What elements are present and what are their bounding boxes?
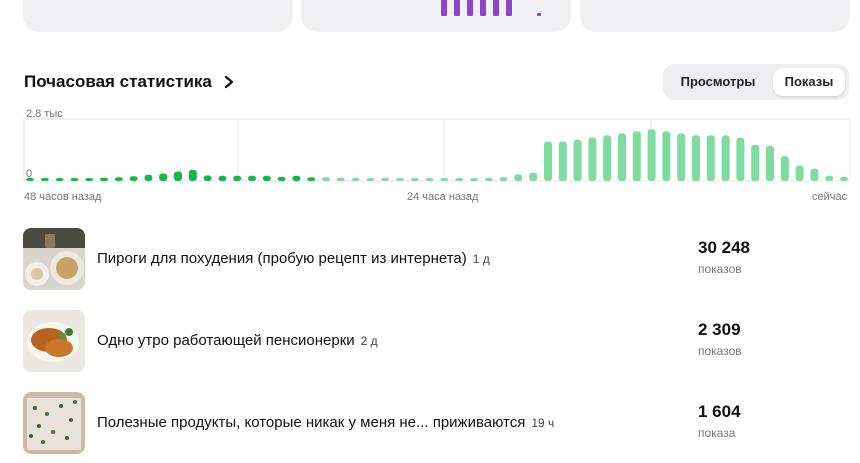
post-age: 19 ч [531,416,555,430]
post-title[interactable]: Полезные продукты, которые никак у меня … [97,414,554,431]
post-thumbnail [23,310,85,372]
mini-bar [467,0,473,16]
chart-bar[interactable] [144,174,153,181]
chart-bar[interactable] [70,178,79,181]
post-title-text: Полезные продукты, которые никак у меня … [97,414,526,431]
chart-bar[interactable] [736,137,745,182]
chart-bar[interactable] [292,175,301,181]
y-max-label: 2.8 тыс [26,108,63,120]
chart-bar[interactable] [499,177,508,181]
hourly-chart: 2.8 тыс 0 48 часов назад 24 часа назад с… [23,108,851,203]
post-count: 30 248 [698,238,750,257]
chart-bar[interactable] [307,177,316,181]
post-count: 2 309 [698,320,741,339]
mini-bar [537,13,541,16]
chart-bar[interactable] [159,173,168,182]
chart-bar[interactable] [40,178,49,181]
mini-bar [506,0,512,16]
chart-bar[interactable] [425,178,434,181]
chart-bar[interactable] [218,175,227,181]
mini-bar [441,0,447,16]
post-title[interactable]: Пироги для похудения (пробую рецепт из и… [97,250,490,267]
chart-bar[interactable] [440,178,449,181]
chart-bar[interactable] [322,177,330,181]
toggle-views[interactable]: Просмотры [667,68,769,96]
post-count: 1 604 [698,402,741,421]
chart-bar[interactable] [262,175,271,181]
chart-bar[interactable] [632,131,641,181]
chart-bars [26,129,848,182]
chart-bar[interactable] [588,137,597,182]
post-item[interactable]: Одно утро работающей пенсионерки 2 д 2 30… [23,310,849,372]
post-count-unit: показов [698,262,742,276]
chart-bar[interactable] [484,178,493,181]
chart-bar[interactable] [114,177,123,181]
chart-bar[interactable] [692,135,700,181]
mini-bar [480,0,486,16]
summary-card-2[interactable] [301,0,571,32]
hourly-stats-title[interactable]: Почасовая статистика [24,72,236,92]
chart-bar[interactable] [410,178,419,181]
chart-bar[interactable] [129,176,138,181]
chart-bar[interactable] [396,178,404,181]
chart-bar[interactable] [351,178,360,181]
metric-toggle: Просмотры Показы [663,64,849,100]
chart-bar[interactable] [233,175,242,181]
chart-bar[interactable] [248,175,256,181]
chart-bar[interactable] [647,129,656,181]
x-label-start: 48 часов назад [24,191,102,203]
chart-bar[interactable] [618,133,626,181]
chart-bar[interactable] [366,178,375,181]
section-title-text: Почасовая статистика [24,72,212,91]
chart-bar[interactable] [677,133,686,181]
chevron-right-icon [224,75,233,89]
post-title-text: Пироги для похудения (пробую рецепт из и… [97,250,467,267]
toggle-shows[interactable]: Показы [773,68,845,96]
post-age: 1 д [472,252,490,266]
chart-bar[interactable] [100,177,108,181]
chart-bar[interactable] [470,178,478,181]
post-item[interactable]: Пироги для похудения (пробую рецепт из и… [23,228,849,290]
chart-bar[interactable] [573,139,582,181]
post-thumbnail [23,392,85,454]
chart-bar[interactable] [514,174,523,181]
chart-bar[interactable] [336,177,345,181]
chart-bar[interactable] [455,178,464,181]
chart-bar[interactable] [810,168,819,181]
chart-bar[interactable] [795,165,804,182]
chart-bar[interactable] [558,141,567,181]
x-label-middle: 24 часа назад [407,191,479,203]
chart-bar[interactable] [662,131,671,181]
chart-bar[interactable] [188,169,197,181]
chart-bar[interactable] [55,178,64,181]
summary-card-3[interactable] [580,0,850,32]
post-title-text: Одно утро работающей пенсионерки [97,332,355,349]
chart-bar[interactable] [203,175,212,181]
chart-bar[interactable] [174,171,182,182]
x-label-end: сейчас [812,191,848,203]
post-title[interactable]: Одно утро работающей пенсионерки 2 д [97,332,378,349]
post-thumbnail [23,228,85,290]
post-age: 2 д [360,334,378,348]
post-count-unit: показа [698,426,736,440]
chart-bar[interactable] [840,176,848,181]
chart-bar[interactable] [751,144,760,182]
mini-bar [454,0,460,16]
chart-bar[interactable] [277,176,286,181]
chart-bar[interactable] [706,135,715,181]
chart-bar[interactable] [780,156,789,181]
chart-bar[interactable] [529,172,538,181]
chart-bar[interactable] [26,178,34,181]
chart-bar[interactable] [603,135,612,181]
chart-bar[interactable] [825,175,834,181]
post-count-unit: показов [698,344,742,358]
summary-card-1[interactable] [23,0,293,32]
post-item[interactable]: Полезные продукты, которые никак у меня … [23,392,849,454]
chart-bar[interactable] [766,145,774,181]
chart-bar[interactable] [721,135,730,181]
mini-bar [493,0,499,16]
chart-bar[interactable] [85,178,94,181]
chart-bar[interactable] [544,141,552,181]
chart-bar[interactable] [381,178,390,181]
